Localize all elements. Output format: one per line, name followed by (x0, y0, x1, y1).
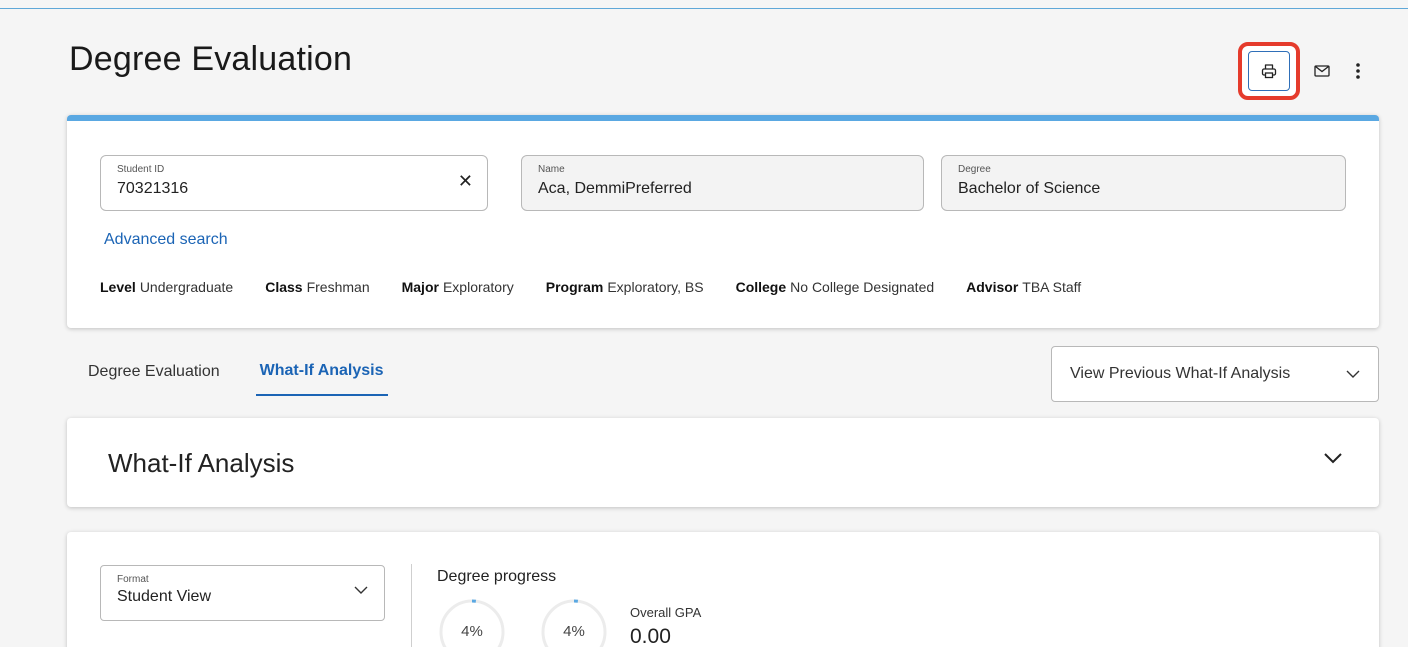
degree-label: Degree (958, 164, 991, 175)
overall-gpa-value: 0.00 (630, 625, 671, 647)
tab-bar: Degree Evaluation What-If Analysis (88, 348, 388, 396)
info-advisor: Advisor TBA Staff (966, 279, 1082, 295)
top-divider (0, 8, 1408, 9)
what-if-accordion[interactable]: What-If Analysis (67, 418, 1379, 507)
advanced-search-link[interactable]: Advanced search (104, 231, 228, 249)
degree-progress-title: Degree progress (437, 568, 557, 585)
student-id-field[interactable]: Student ID 70321316 ✕ (100, 155, 488, 211)
more-options-button[interactable] (1344, 51, 1372, 91)
chevron-down-icon (1346, 370, 1360, 378)
chevron-down-icon (1324, 453, 1342, 464)
email-button[interactable] (1308, 51, 1336, 91)
print-button[interactable] (1248, 51, 1290, 91)
info-class: Class Freshman (265, 279, 370, 295)
envelope-icon (1314, 65, 1330, 77)
progress-ring: 4% (540, 598, 608, 647)
info-college: College No College Designated (735, 279, 935, 295)
printer-icon (1261, 64, 1277, 79)
vertical-divider (411, 564, 412, 647)
degree-value: Bachelor of Science (958, 180, 1101, 197)
overall-gpa-label: Overall GPA (630, 605, 702, 620)
tab-what-if-analysis[interactable]: What-If Analysis (255, 348, 388, 396)
name-field: Name Aca, DemmiPreferred (521, 155, 924, 211)
vertical-dots-icon (1356, 63, 1360, 79)
student-info-row: Level Undergraduate Class Freshman Major Ex… (100, 279, 1081, 295)
page-title: Degree Evaluation (69, 40, 353, 78)
student-id-label: Student ID (117, 164, 165, 175)
previous-what-if-label: View Previous What-If Analysis (1070, 365, 1291, 382)
previous-what-if-select[interactable]: View Previous What-If Analysis (1051, 346, 1379, 402)
print-highlight (1238, 42, 1300, 100)
chevron-down-icon (354, 586, 368, 594)
info-program: Program Exploratory, BS (545, 279, 704, 295)
format-select[interactable]: Format Student View (100, 565, 385, 621)
info-level: Level Undergraduate (100, 279, 234, 295)
format-value: Student View (117, 588, 211, 605)
format-label: Format (117, 574, 149, 585)
tab-degree-evaluation[interactable]: Degree Evaluation (88, 348, 220, 396)
progress-ring-label: 4% (563, 623, 585, 640)
clear-icon[interactable]: ✕ (458, 172, 473, 190)
name-value: Aca, DemmiPreferred (538, 180, 692, 197)
what-if-title: What-If Analysis (108, 448, 295, 478)
name-label: Name (538, 164, 565, 175)
degree-progress-card: Format Student View Degree progress 4% 4… (67, 532, 1379, 647)
student-id-value: 70321316 (117, 180, 189, 197)
progress-ring-label: 4% (461, 623, 483, 640)
progress-ring: 4% (438, 598, 506, 647)
degree-field: Degree Bachelor of Science (941, 155, 1346, 211)
header-actions (1238, 42, 1372, 100)
info-major: Major Exploratory (401, 279, 514, 295)
student-search-card: Student ID 70321316 ✕ Name Aca, DemmiPre… (67, 115, 1379, 328)
